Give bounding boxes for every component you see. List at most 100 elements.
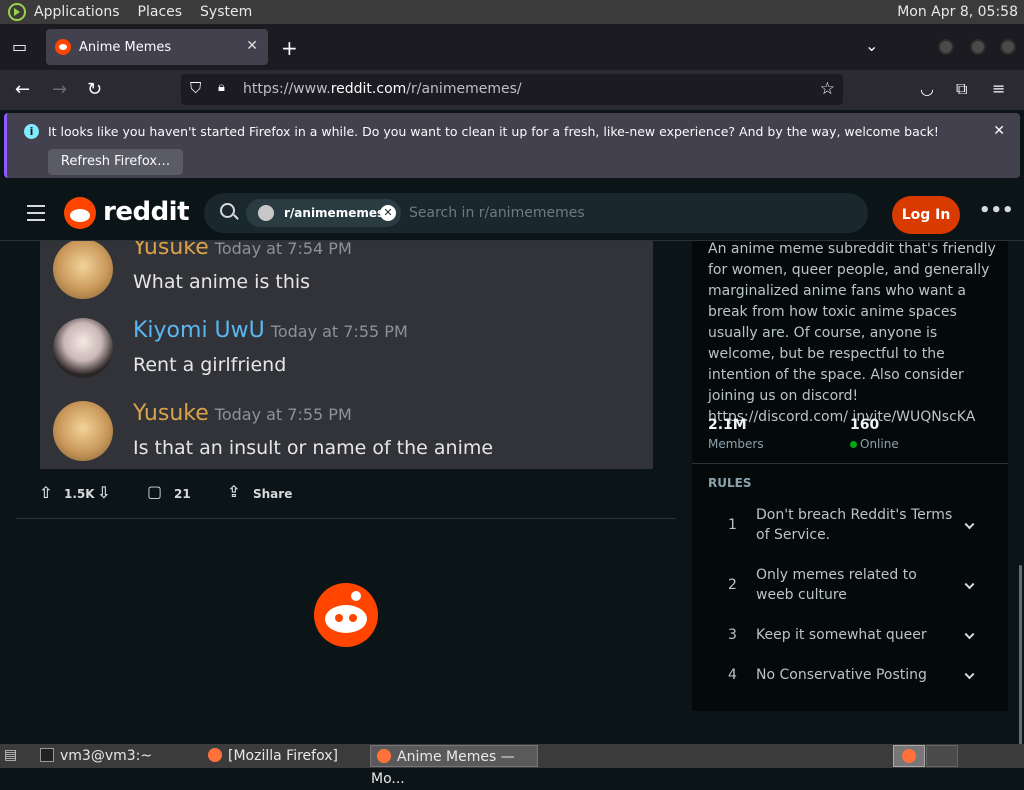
avatar	[53, 318, 113, 378]
chevron-down-icon[interactable]	[964, 669, 975, 680]
chevron-down-icon[interactable]	[964, 519, 975, 530]
online-label: Online	[850, 437, 899, 451]
pocket-icon[interactable]: ◡	[920, 81, 934, 97]
page-scrollbar[interactable]	[1019, 565, 1022, 745]
chat-username: Yusuke Today at 7:55 PM	[133, 401, 352, 426]
rule-number: 3	[728, 627, 737, 643]
chat-message: Kiyomi UwU Today at 7:55 PM Rent a girlfr…	[40, 318, 653, 398]
divider	[16, 518, 676, 519]
members-stat: 2.1M Members	[708, 417, 764, 451]
notification-message: It looks like you haven't started Firefo…	[48, 124, 939, 139]
gnome-foot-icon[interactable]	[8, 3, 26, 21]
refresh-notification: i It looks like you haven't started Fire…	[4, 113, 1020, 178]
post-image[interactable]: Yusuke Today at 7:54 PM What anime is thi…	[40, 241, 653, 469]
reload-icon[interactable]: ↻	[87, 81, 102, 99]
share-label: Share	[253, 487, 293, 501]
hamburger-menu-icon[interactable]	[27, 205, 45, 221]
app-menu-icon[interactable]: ≡	[992, 81, 1005, 97]
system-menu[interactable]: System	[200, 4, 252, 20]
close-tab-icon[interactable]: ✕	[246, 38, 258, 54]
members-count: 2.1M	[708, 417, 747, 433]
vote-group: ⇧ 1.5K ⇩	[30, 478, 125, 510]
url-text[interactable]: https://www.reddit.com/r/animememes/	[243, 81, 522, 97]
search-chip-label: r/animememes	[284, 206, 385, 220]
subreddit-sidebar: An anime meme subreddit that's friendly …	[692, 241, 1008, 711]
clock[interactable]: Mon Apr 8, 05:58	[897, 4, 1018, 20]
chat-username: Yusuke Today at 7:54 PM	[133, 241, 352, 260]
online-stat: 160 Online	[850, 417, 899, 451]
extensions-icon[interactable]: ⧉	[956, 81, 967, 97]
close-notification-icon[interactable]: ✕	[993, 123, 1005, 139]
subreddit-avatar	[258, 205, 274, 221]
places-menu[interactable]: Places	[138, 4, 183, 20]
list-tabs-icon[interactable]: ⌄	[865, 38, 878, 54]
chat-text: Is that an insult or name of the anime	[133, 437, 494, 459]
share-icon: ⇪	[227, 482, 241, 501]
close-window-button[interactable]	[1000, 39, 1016, 55]
reddit-favicon-icon	[55, 39, 71, 55]
comment-icon: ▢	[147, 482, 163, 501]
workspace-switcher[interactable]	[926, 745, 958, 767]
chevron-down-icon[interactable]	[964, 629, 975, 640]
taskbar-item-firefox[interactable]: [Mozilla Firefox]	[202, 745, 365, 767]
search-input[interactable]: Search in r/animememes	[409, 205, 585, 221]
chat-username: Kiyomi UwU Today at 7:55 PM	[133, 318, 408, 343]
tab-anime-memes[interactable]: Anime Memes ✕	[46, 29, 268, 65]
taskbar: ▤ vm3@vm3:~ [Mozilla Firefox] Anime Meme…	[0, 744, 1024, 787]
taskbar-label: Anime Memes — Mo...	[371, 749, 515, 787]
chat-message: Yusuke Today at 7:54 PM What anime is thi…	[40, 241, 653, 315]
reddit-logo-icon[interactable]	[64, 197, 96, 229]
vote-count: 1.5K	[64, 487, 95, 501]
upvote-icon[interactable]: ⇧	[39, 485, 52, 501]
chat-text: Rent a girlfriend	[133, 354, 287, 376]
rule-item[interactable]: 3 Keep it somewhat queer	[692, 615, 1008, 655]
url-bar[interactable]: ⛉ 🔒︎ https://www.reddit.com/r/animememes…	[181, 74, 843, 105]
comments-button[interactable]: ▢ 21	[138, 478, 198, 510]
terminal-icon	[40, 748, 54, 762]
rule-text: Only memes related to weeb culture	[756, 567, 917, 603]
more-options-icon[interactable]: •••	[979, 200, 1014, 221]
shield-icon[interactable]: ⛉	[190, 81, 201, 96]
login-button[interactable]: Log In	[892, 196, 960, 234]
tab-title: Anime Memes	[79, 39, 172, 55]
minimize-button[interactable]	[938, 39, 954, 55]
refresh-firefox-button[interactable]: Refresh Firefox…	[48, 149, 183, 175]
rule-text: Keep it somewhat queer	[756, 627, 927, 643]
remove-chip-icon[interactable]: ✕	[380, 205, 396, 221]
nav-bar: ← → ↻ ⛉ 🔒︎ https://www.reddit.com/r/anim…	[0, 70, 1024, 110]
bookmark-star-icon[interactable]: ☆	[820, 81, 835, 98]
taskbar-item-terminal[interactable]: vm3@vm3:~	[34, 745, 197, 767]
rule-text: Don't breach Reddit's Terms of Service.	[756, 507, 953, 543]
rules-heading: RULES	[708, 476, 752, 490]
forward-icon[interactable]: →	[52, 81, 67, 99]
share-button[interactable]: ⇪ Share	[213, 478, 301, 510]
reddit-wordmark[interactable]: reddit	[103, 197, 190, 227]
subreddit-search-chip[interactable]: r/animememes ✕	[246, 199, 401, 227]
members-label: Members	[708, 437, 764, 451]
taskbar-label: [Mozilla Firefox]	[228, 748, 338, 764]
avatar	[53, 241, 113, 299]
new-tab-button[interactable]: +	[281, 38, 298, 58]
workspace-switcher[interactable]	[893, 745, 925, 767]
downvote-icon[interactable]: ⇩	[97, 485, 110, 501]
chat-text: What anime is this	[133, 271, 311, 293]
show-desktop-icon[interactable]: ▤	[4, 748, 17, 762]
back-icon[interactable]: ←	[15, 81, 30, 99]
search-bar[interactable]: r/animememes ✕ Search in r/animememes	[204, 193, 868, 233]
rule-number: 4	[728, 667, 737, 683]
applications-menu[interactable]: Applications	[34, 4, 120, 20]
taskbar-item-anime-memes[interactable]: Anime Memes — Mo...	[370, 745, 538, 787]
lock-icon[interactable]: 🔒︎	[218, 81, 225, 94]
tab-bar: ▭ Anime Memes ✕ + ⌄	[0, 24, 1024, 70]
maximize-button[interactable]	[970, 39, 986, 55]
chevron-down-icon[interactable]	[964, 579, 975, 590]
firefox-icon	[208, 748, 222, 762]
rule-item[interactable]: 1 Don't breach Reddit's Terms of Service…	[692, 505, 1008, 545]
divider	[692, 463, 1008, 464]
comment-count: 21	[174, 487, 191, 501]
rule-item[interactable]: 2 Only memes related to weeb culture	[692, 565, 1008, 605]
rule-text: No Conservative Posting	[756, 667, 927, 683]
rule-number: 1	[728, 517, 737, 533]
rule-item[interactable]: 4 No Conservative Posting	[692, 655, 1008, 695]
tab-overview-icon[interactable]: ▭	[12, 39, 27, 55]
